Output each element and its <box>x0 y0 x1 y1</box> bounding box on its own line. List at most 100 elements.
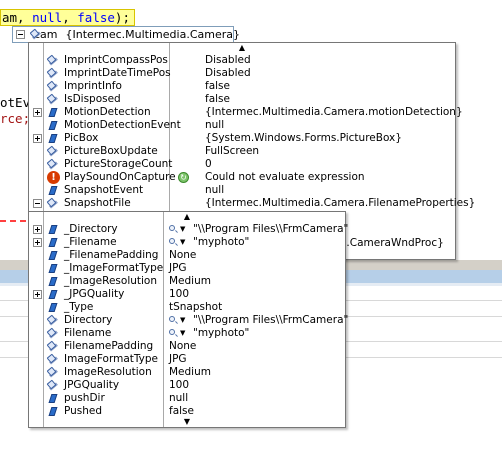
field-icon <box>47 184 60 197</box>
field-icon <box>47 223 60 236</box>
property-icon <box>47 158 60 171</box>
row-value[interactable]: Medium <box>169 366 211 379</box>
row-value[interactable]: null <box>169 392 188 405</box>
row-value[interactable]: JPG <box>169 262 187 275</box>
code-fragment-1: otEv <box>0 95 31 110</box>
row-name: PicBox <box>64 132 99 144</box>
row-value[interactable]: Could not evaluate expression <box>205 171 365 184</box>
expand-toggle[interactable] <box>33 108 42 117</box>
watch-value[interactable]: {Intermec.Multimedia.Camera} <box>66 28 240 41</box>
row-value[interactable]: 0 <box>205 158 212 171</box>
expand-toggle[interactable] <box>33 238 42 247</box>
row-value[interactable]: Disabled <box>205 54 251 67</box>
obscured-value-tail: a.CameraWndProc} <box>340 237 444 249</box>
collapse-toggle[interactable] <box>33 199 42 208</box>
row-value[interactable]: Disabled <box>205 67 251 80</box>
visualizer-button[interactable]: ▼ <box>169 327 191 340</box>
property-icon <box>47 314 60 327</box>
row-name: JPGQuality <box>64 379 120 391</box>
row-name: _Type <box>64 301 94 313</box>
row-name: ImageFormatType <box>64 353 159 365</box>
row-value[interactable]: JPG <box>169 353 187 366</box>
code-fragment-2: rce; <box>0 111 31 126</box>
visualizer-button[interactable]: ▼ <box>169 223 191 236</box>
row-name: PictureBoxUpdate <box>64 145 158 157</box>
row-name: pushDir <box>64 392 105 404</box>
row-value[interactable]: false <box>205 93 230 106</box>
visualizer-button[interactable]: ▼ <box>169 236 191 249</box>
tree-row[interactable]: SnapshotFile {Intermec.Multimedia.Camera.… <box>29 197 475 210</box>
scroll-down-arrow[interactable]: ▼ <box>29 417 345 427</box>
row-name: _Filename <box>64 236 117 248</box>
row-value[interactable]: null <box>205 184 224 197</box>
tree-row[interactable]: _JPGQuality 100 <box>29 288 345 301</box>
scroll-up-arrow[interactable]: ▲ <box>29 212 345 222</box>
magnifier-icon <box>169 225 175 231</box>
snapshot-file-panel: ▲ _Directory ▼ "\\Program Files\\FrmCamera… <box>28 211 348 428</box>
row-value[interactable]: None <box>169 340 196 353</box>
property-icon <box>47 197 60 210</box>
dropdown-arrow-icon: ▼ <box>180 238 186 246</box>
row-value[interactable]: "\\Program Files\\FrmCamera" <box>193 223 348 236</box>
tree-row[interactable]: SnapshotEvent null <box>29 184 455 197</box>
expand-toggle[interactable] <box>33 225 42 234</box>
field-icon <box>47 119 60 132</box>
magnifier-icon <box>169 238 175 244</box>
datatip-root[interactable]: cam {Intermec.Multimedia.Camera} <box>12 26 240 43</box>
row-name: ImprintCompassPos <box>64 54 168 66</box>
row-value[interactable]: {Intermec.Multimedia.Camera.FilenameProp… <box>205 197 475 210</box>
tree-row[interactable]: pushDir null <box>29 392 345 405</box>
row-value[interactable]: Medium <box>169 275 211 288</box>
tree-row[interactable]: _Filename ▼ "myphoto" <box>29 236 345 249</box>
code-keyword-false: false <box>77 10 115 25</box>
tree-row[interactable]: FilenamePadding None <box>29 340 345 353</box>
row-value[interactable]: 100 <box>169 288 189 301</box>
tree-row[interactable]: MotionDetectionEvent null <box>29 119 455 132</box>
tree-row[interactable]: _Directory ▼ "\\Program Files\\FrmCamera" <box>29 223 348 236</box>
tree-row[interactable]: _Type tSnapshot <box>29 301 345 314</box>
tree-row[interactable]: ! PlaySoundOnCapture ↻ Could not evaluate e… <box>29 171 455 184</box>
tree-row[interactable]: _FilenamePadding None <box>29 249 345 262</box>
property-icon <box>47 327 60 340</box>
field-icon <box>47 132 60 145</box>
collapse-toggle[interactable] <box>16 30 25 39</box>
row-name: PlaySoundOnCapture <box>64 171 176 183</box>
magnifier-icon <box>169 316 175 322</box>
tree-row[interactable]: ImprintCompassPos Disabled <box>29 54 455 67</box>
field-icon <box>47 262 60 275</box>
scroll-up-arrow[interactable]: ▲ <box>29 43 455 53</box>
row-value[interactable]: tSnapshot <box>169 301 222 314</box>
visualizer-button[interactable]: ▼ <box>169 314 191 327</box>
tree-row[interactable]: PicBox {System.Windows.Forms.PictureBox} <box>29 132 455 145</box>
tree-row[interactable]: Filename ▼ "myphoto" <box>29 327 345 340</box>
tree-row[interactable]: ImageFormatType JPG <box>29 353 345 366</box>
row-value[interactable]: "myphoto" <box>193 236 249 249</box>
row-value[interactable]: {Intermec.Multimedia.Camera.motionDetect… <box>205 106 463 119</box>
property-icon <box>47 145 60 158</box>
row-value[interactable]: None <box>169 249 196 262</box>
expand-toggle[interactable] <box>33 290 42 299</box>
refresh-icon[interactable]: ↻ <box>178 172 189 183</box>
row-value[interactable]: false <box>205 80 230 93</box>
row-name: ImageResolution <box>64 366 152 378</box>
tree-row[interactable]: ImprintInfo false <box>29 80 455 93</box>
expand-toggle[interactable] <box>33 134 42 143</box>
row-value[interactable]: {System.Windows.Forms.PictureBox} <box>205 132 402 145</box>
tree-row[interactable]: Directory ▼ "\\Program Files\\FrmCamera" <box>29 314 348 327</box>
tree-row[interactable]: IsDisposed false <box>29 93 455 106</box>
row-value[interactable]: FullScreen <box>205 145 259 158</box>
row-value[interactable]: "\\Program Files\\FrmCamera" <box>193 314 348 327</box>
row-value[interactable]: 100 <box>169 379 189 392</box>
row-value[interactable]: "myphoto" <box>193 327 249 340</box>
tree-row[interactable]: MotionDetection {Intermec.Multimedia.Came… <box>29 106 463 119</box>
tree-row[interactable]: _ImageResolution Medium <box>29 275 345 288</box>
dropdown-arrow-icon: ▼ <box>180 329 186 337</box>
tree-row[interactable]: _ImageFormatType JPG <box>29 262 345 275</box>
row-value[interactable]: null <box>205 119 224 132</box>
tree-row[interactable]: ImprintDateTimePos Disabled <box>29 67 455 80</box>
tree-row[interactable]: ImageResolution Medium <box>29 366 345 379</box>
tree-row[interactable]: PictureBoxUpdate FullScreen <box>29 145 455 158</box>
row-name: IsDisposed <box>64 93 121 105</box>
tree-row[interactable]: JPGQuality 100 <box>29 379 345 392</box>
tree-row[interactable]: PictureStorageCount 0 <box>29 158 455 171</box>
